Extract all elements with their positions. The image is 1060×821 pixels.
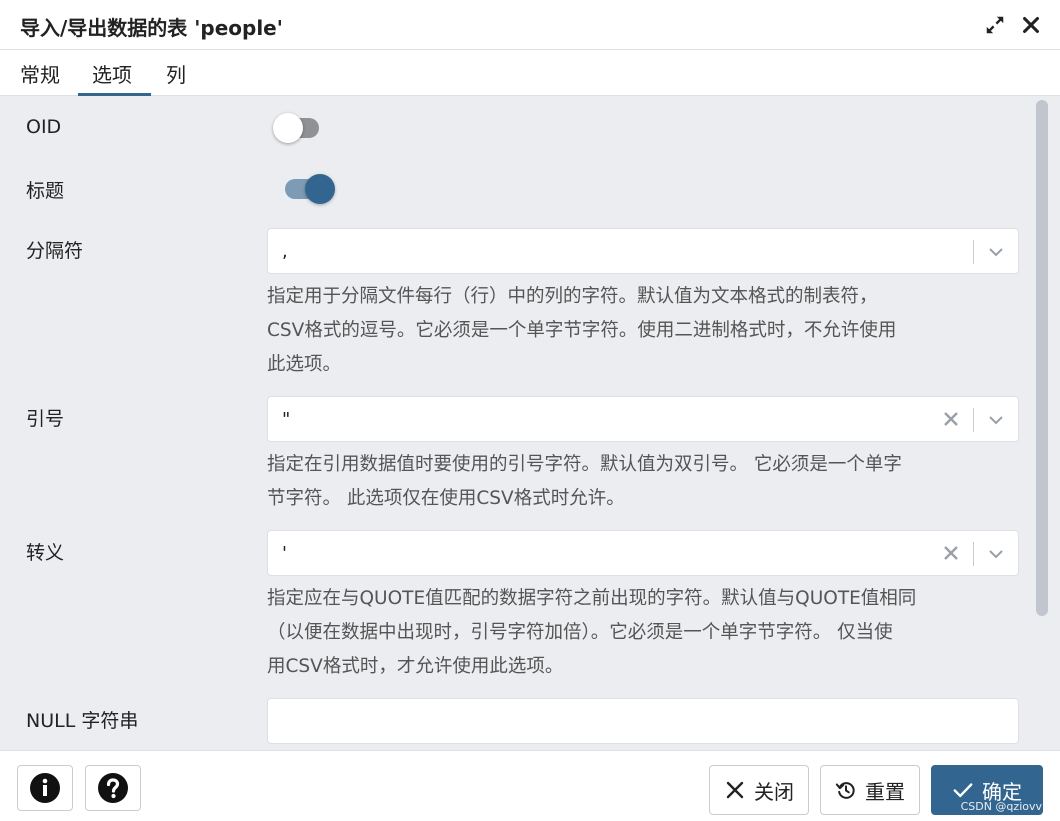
tab-options[interactable]: 选项 bbox=[78, 59, 151, 96]
header-toggle[interactable] bbox=[283, 173, 339, 204]
info-button[interactable] bbox=[17, 765, 73, 811]
escape-help-line: 指定应在与QUOTE值匹配的数据字符之前出现的字符。默认值与QUOTE值相同 bbox=[267, 588, 917, 609]
dialog-title: 导入/导出数据的表 'people' bbox=[20, 16, 283, 40]
escape-label: 转义 bbox=[26, 542, 65, 564]
scrollbar-thumb[interactable] bbox=[1036, 100, 1048, 616]
close-icon[interactable] bbox=[1018, 12, 1044, 38]
close-x-icon bbox=[726, 781, 744, 799]
dialog-titlebar: 导入/导出数据的表 'people' bbox=[0, 0, 1060, 50]
escape-help: 指定应在与QUOTE值匹配的数据字符之前出现的字符。默认值与QUOTE值相同 （… bbox=[267, 582, 1019, 684]
select-separator bbox=[973, 408, 974, 432]
delimiter-value: , bbox=[282, 241, 288, 262]
tab-columns[interactable]: 列 bbox=[166, 59, 186, 96]
chevron-down-icon[interactable] bbox=[986, 410, 1006, 430]
null-string-label: NULL 字符串 bbox=[26, 710, 139, 732]
null-string-input[interactable] bbox=[267, 698, 1019, 744]
delimiter-help-line: CSV格式的逗号。它必须是一个单字节字符。使用二进制格式时，不允许使用 bbox=[267, 320, 897, 341]
escape-value: ' bbox=[282, 543, 287, 564]
delimiter-help-line: 指定用于分隔文件每行（行）中的列的字符。默认值为文本格式的制表符， bbox=[267, 286, 878, 307]
header-toggle-knob bbox=[305, 174, 335, 204]
escape-help-line: 用CSV格式时，才允许使用此选项。 bbox=[267, 656, 564, 677]
select-separator bbox=[973, 240, 974, 264]
options-panel: OID 标题 分隔符 , 指定用于分隔文件每行（行）中的列的字符。默认值为文本格… bbox=[6, 96, 1034, 750]
oid-toggle-knob bbox=[273, 113, 303, 143]
close-button-label: 关闭 bbox=[754, 779, 794, 804]
dialog-footer: 关闭 重置 确定 CSDN @qziovv bbox=[0, 750, 1060, 821]
chevron-down-icon[interactable] bbox=[986, 242, 1006, 262]
delimiter-select[interactable]: , bbox=[267, 228, 1019, 274]
quote-help-line: 节字符。 此选项仅在使用CSV格式时允许。 bbox=[267, 488, 625, 509]
escape-help-line: （以便在数据中出现时，引号字符加倍）。它必须是一个单字节字符。 仅当使 bbox=[267, 622, 893, 643]
help-button[interactable] bbox=[85, 765, 141, 811]
tab-bar: 常规 选项 列 bbox=[0, 50, 1060, 96]
quote-select[interactable]: " bbox=[267, 396, 1019, 442]
delimiter-label: 分隔符 bbox=[26, 240, 84, 262]
quote-label: 引号 bbox=[26, 408, 65, 430]
reset-icon bbox=[835, 782, 855, 799]
oid-toggle[interactable] bbox=[273, 112, 329, 143]
quote-help: 指定在引用数据值时要使用的引号字符。默认值为双引号。 它必须是一个单字 节字符。… bbox=[267, 448, 1019, 516]
select-separator bbox=[973, 542, 974, 566]
info-icon bbox=[30, 773, 60, 803]
clear-icon[interactable] bbox=[942, 410, 960, 428]
watermark: CSDN @qziovv bbox=[960, 800, 1042, 813]
delimiter-help-line: 此选项。 bbox=[267, 354, 342, 375]
help-icon bbox=[98, 773, 128, 803]
escape-select[interactable]: ' bbox=[267, 530, 1019, 576]
reset-button[interactable]: 重置 bbox=[820, 765, 920, 815]
oid-label: OID bbox=[26, 116, 62, 138]
clear-icon[interactable] bbox=[942, 544, 960, 562]
maximize-icon[interactable] bbox=[982, 12, 1008, 38]
delimiter-help: 指定用于分隔文件每行（行）中的列的字符。默认值为文本格式的制表符， CSV格式的… bbox=[267, 280, 1019, 382]
chevron-down-icon[interactable] bbox=[986, 544, 1006, 564]
scrollbar[interactable] bbox=[1036, 100, 1050, 746]
header-label: 标题 bbox=[26, 180, 65, 202]
reset-button-label: 重置 bbox=[865, 779, 905, 804]
close-button[interactable]: 关闭 bbox=[709, 765, 809, 815]
quote-value: " bbox=[282, 409, 291, 430]
tab-general[interactable]: 常规 bbox=[20, 59, 60, 96]
quote-help-line: 指定在引用数据值时要使用的引号字符。默认值为双引号。 它必须是一个单字 bbox=[267, 454, 902, 475]
check-icon bbox=[953, 783, 973, 798]
